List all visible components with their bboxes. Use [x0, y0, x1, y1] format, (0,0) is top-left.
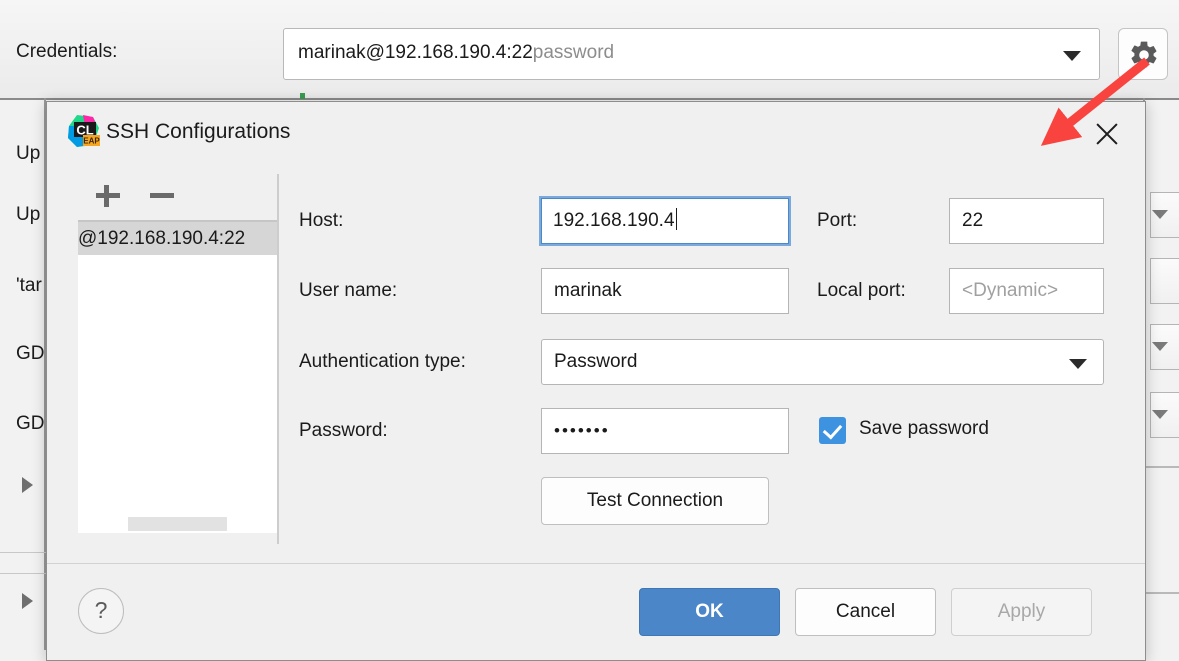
- help-button[interactable]: ?: [78, 588, 124, 634]
- horizontal-scrollbar[interactable]: [128, 517, 227, 531]
- background-horizontal-rule: [0, 573, 46, 574]
- background-horizontal-rule: [1145, 592, 1179, 594]
- cancel-button[interactable]: Cancel: [795, 588, 936, 636]
- port-input[interactable]: 22: [949, 198, 1104, 244]
- expand-triangle-icon[interactable]: [22, 477, 33, 493]
- save-password-checkbox[interactable]: [819, 417, 846, 444]
- background-right-field[interactable]: [1150, 258, 1179, 304]
- apply-button: Apply: [951, 588, 1092, 636]
- svg-text:EAP: EAP: [83, 137, 100, 146]
- ssh-configurations-dialog: CL EAP SSH Configurations @192.168.190.4…: [46, 101, 1146, 661]
- close-icon[interactable]: [1087, 114, 1127, 154]
- panel-divider: [277, 174, 279, 544]
- text-caret: [676, 208, 677, 230]
- background-left-label: Up: [16, 143, 40, 165]
- ssh-configuration-list[interactable]: @192.168.190.4:22: [78, 220, 277, 533]
- authentication-type-label: Authentication type:: [299, 351, 466, 373]
- gear-icon: [1128, 39, 1160, 71]
- clion-eap-icon: CL EAP: [63, 112, 105, 154]
- ssh-configurations-gear-button[interactable]: [1118, 28, 1168, 80]
- background-left-label: Up: [16, 204, 40, 226]
- expand-triangle-icon[interactable]: [22, 593, 33, 609]
- green-marker: [300, 93, 305, 99]
- credentials-value-text: marinak@192.168.190.4:22: [298, 42, 533, 63]
- background-left-label: GD: [16, 343, 45, 365]
- dialog-title: SSH Configurations: [106, 120, 290, 144]
- save-password-label: Save password: [859, 418, 989, 440]
- authentication-type-combobox[interactable]: Password: [541, 339, 1104, 385]
- ok-button[interactable]: OK: [639, 588, 780, 636]
- password-masked-value: •••••••: [554, 421, 610, 440]
- chevron-down-icon: [1069, 359, 1087, 369]
- minus-icon[interactable]: [148, 182, 176, 210]
- chevron-down-icon: [1063, 51, 1081, 61]
- background-horizontal-rule: [0, 552, 46, 553]
- password-label: Password:: [299, 420, 388, 442]
- chevron-down-icon: [1152, 210, 1168, 219]
- authentication-type-value: Password: [554, 351, 637, 372]
- test-connection-button[interactable]: Test Connection: [541, 477, 769, 525]
- background-horizontal-rule: [1145, 466, 1179, 468]
- local-port-input[interactable]: <Dynamic>: [949, 268, 1104, 314]
- host-input-value: 192.168.190.4: [553, 210, 675, 231]
- dialog-titlebar: CL EAP SSH Configurations: [47, 102, 1145, 164]
- chevron-down-icon: [1152, 342, 1168, 351]
- footer-separator: [47, 563, 1145, 564]
- host-input[interactable]: 192.168.190.4: [539, 196, 791, 246]
- local-port-label: Local port:: [817, 280, 906, 302]
- list-item-label: @192.168.190.4:22: [78, 228, 245, 249]
- credentials-value-suffix: password: [533, 42, 614, 63]
- credentials-combobox-value: marinak@192.168.190.4:22password: [298, 42, 614, 64]
- plus-icon[interactable]: [94, 182, 122, 210]
- password-input[interactable]: •••••••: [541, 408, 789, 454]
- list-item[interactable]: @192.168.190.4:22: [78, 222, 277, 255]
- host-label: Host:: [299, 210, 343, 232]
- username-input[interactable]: marinak: [541, 268, 789, 314]
- chevron-down-icon: [1152, 410, 1168, 419]
- credentials-label: Credentials:: [16, 41, 117, 63]
- credentials-combobox[interactable]: marinak@192.168.190.4:22password: [283, 28, 1100, 80]
- username-label: User name:: [299, 280, 397, 302]
- port-label: Port:: [817, 210, 857, 232]
- background-left-label: GD: [16, 413, 45, 435]
- list-toolbar: [78, 174, 277, 219]
- background-left-label: 'tar: [16, 275, 42, 297]
